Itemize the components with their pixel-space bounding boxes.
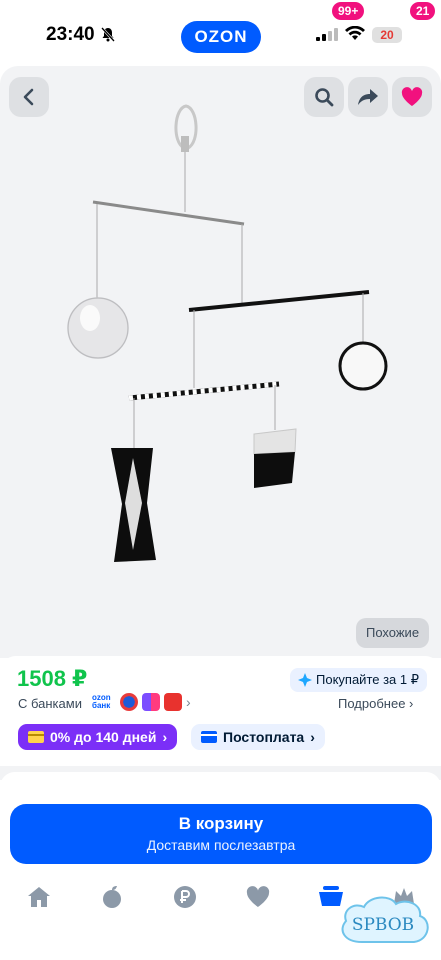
share-icon <box>358 89 378 105</box>
share-button[interactable] <box>348 77 388 117</box>
profile-badge: 21 <box>410 2 436 20</box>
more-link[interactable]: Подробнее › <box>338 696 413 711</box>
chevron-right-icon: › <box>162 729 168 745</box>
card-icon <box>201 731 217 743</box>
back-icon <box>23 88 34 106</box>
bank-logo-3 <box>164 693 182 711</box>
product-gallery[interactable]: Похожие <box>0 66 441 658</box>
signal-icon <box>316 28 338 46</box>
ozon-bank-logo: ozon банк <box>92 693 111 710</box>
home-icon <box>28 887 50 907</box>
chevron-right-icon: › <box>310 729 315 745</box>
price: 1508 ₽ <box>17 666 88 691</box>
tab-home[interactable] <box>24 882 54 912</box>
search-button[interactable] <box>304 77 344 117</box>
search-icon <box>315 88 334 107</box>
status-bar: 23:40 OZON 20 <box>0 0 441 72</box>
installment-button[interactable]: 0% до 140 дней › <box>18 724 178 750</box>
bank-logo-2 <box>142 693 160 711</box>
buy-for-one-label: Покупайте за 1 ₽ <box>316 672 420 687</box>
sparkle-icon <box>298 673 312 687</box>
watermark-text: SPBOB <box>352 915 414 935</box>
similar-button[interactable]: Похожие <box>356 618 430 648</box>
card-icon <box>28 731 44 743</box>
buy-for-one-badge[interactable]: Покупайте за 1 ₽ <box>290 668 428 692</box>
installment-label: 0% до 140 дней <box>50 729 157 745</box>
bank-logos[interactable]: ozon банк › <box>92 693 191 711</box>
postpay-label: Постоплата <box>223 729 305 745</box>
add-to-cart-label: В корзину <box>178 814 264 833</box>
more-label: Подробнее <box>338 696 406 711</box>
cart-badge: 99+ <box>332 2 365 20</box>
postpay-button[interactable]: Постоплата › <box>191 724 325 750</box>
heart-icon <box>401 87 423 106</box>
watermark-logo: SPBOB <box>341 896 429 943</box>
favorites-icon <box>246 886 270 907</box>
battery-indicator: 20 <box>372 27 402 43</box>
ruble-icon <box>174 886 196 908</box>
back-button[interactable] <box>9 77 49 117</box>
bell-off-icon <box>101 27 115 47</box>
add-to-cart-button[interactable]: В корзину Доставим послезавтра <box>10 804 432 864</box>
tab-fresh[interactable] <box>97 882 127 912</box>
delivery-label: Доставим послезавтра <box>146 837 296 853</box>
wifi-icon <box>345 25 365 46</box>
status-time: 23:40 <box>46 24 95 45</box>
chevron-right-icon: › <box>186 694 191 710</box>
favorite-button[interactable] <box>392 77 432 117</box>
fresh-icon <box>103 886 121 908</box>
next-card <box>0 772 441 802</box>
ozon-logo[interactable]: OZON <box>181 21 261 53</box>
tab-finance[interactable] <box>170 882 200 912</box>
tab-favorites[interactable] <box>243 882 273 912</box>
product-image <box>67 104 388 562</box>
banks-label: С банками <box>18 696 82 711</box>
bank-logo-1 <box>120 693 138 711</box>
